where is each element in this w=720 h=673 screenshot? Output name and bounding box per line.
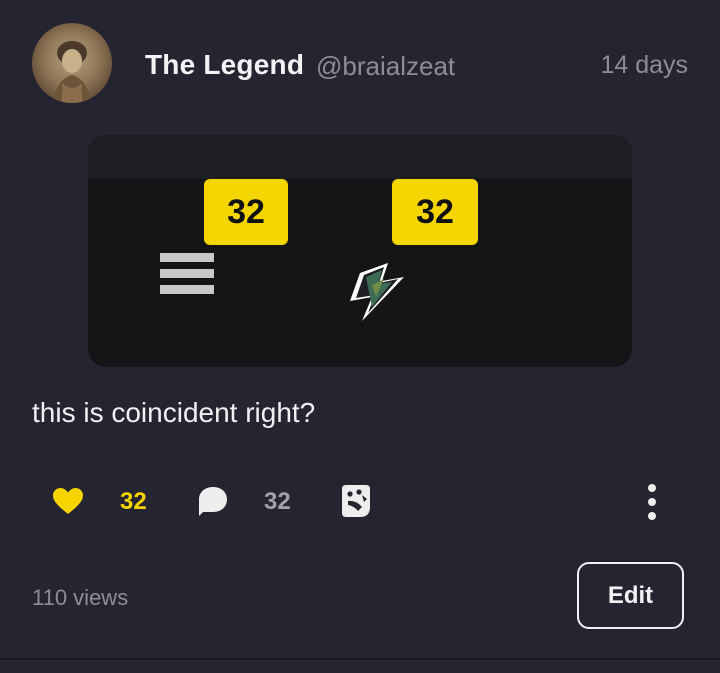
post-caption: this is coincident right?: [32, 397, 316, 428]
edit-button[interactable]: Edit: [577, 562, 684, 629]
post-timestamp: 14 days: [600, 51, 688, 79]
embed-badge-bolt: 32: [392, 179, 478, 245]
author-handle[interactable]: @braialzeat: [316, 51, 455, 82]
comment-icon[interactable]: [196, 484, 230, 518]
lightning-bolt-icon: [350, 263, 404, 321]
avatar[interactable]: [32, 23, 112, 103]
heart-icon[interactable]: [52, 487, 84, 515]
embed-badge-menu: 32: [204, 179, 288, 245]
post-card: The Legend @braialzeat 14 days 32 32 thi…: [0, 0, 720, 673]
view-count: 110 views: [32, 585, 129, 610]
like-count[interactable]: 32: [120, 488, 147, 516]
post-image[interactable]: 32 32: [88, 135, 632, 367]
divider: [0, 658, 720, 660]
menu-icon: [160, 253, 214, 309]
embed-top-bar: [88, 135, 632, 179]
author-name[interactable]: The Legend: [145, 49, 304, 81]
more-options-icon[interactable]: [640, 484, 664, 520]
avatar-image: [54, 41, 90, 103]
comment-count[interactable]: 32: [264, 488, 291, 516]
share-icon[interactable]: [340, 483, 372, 519]
